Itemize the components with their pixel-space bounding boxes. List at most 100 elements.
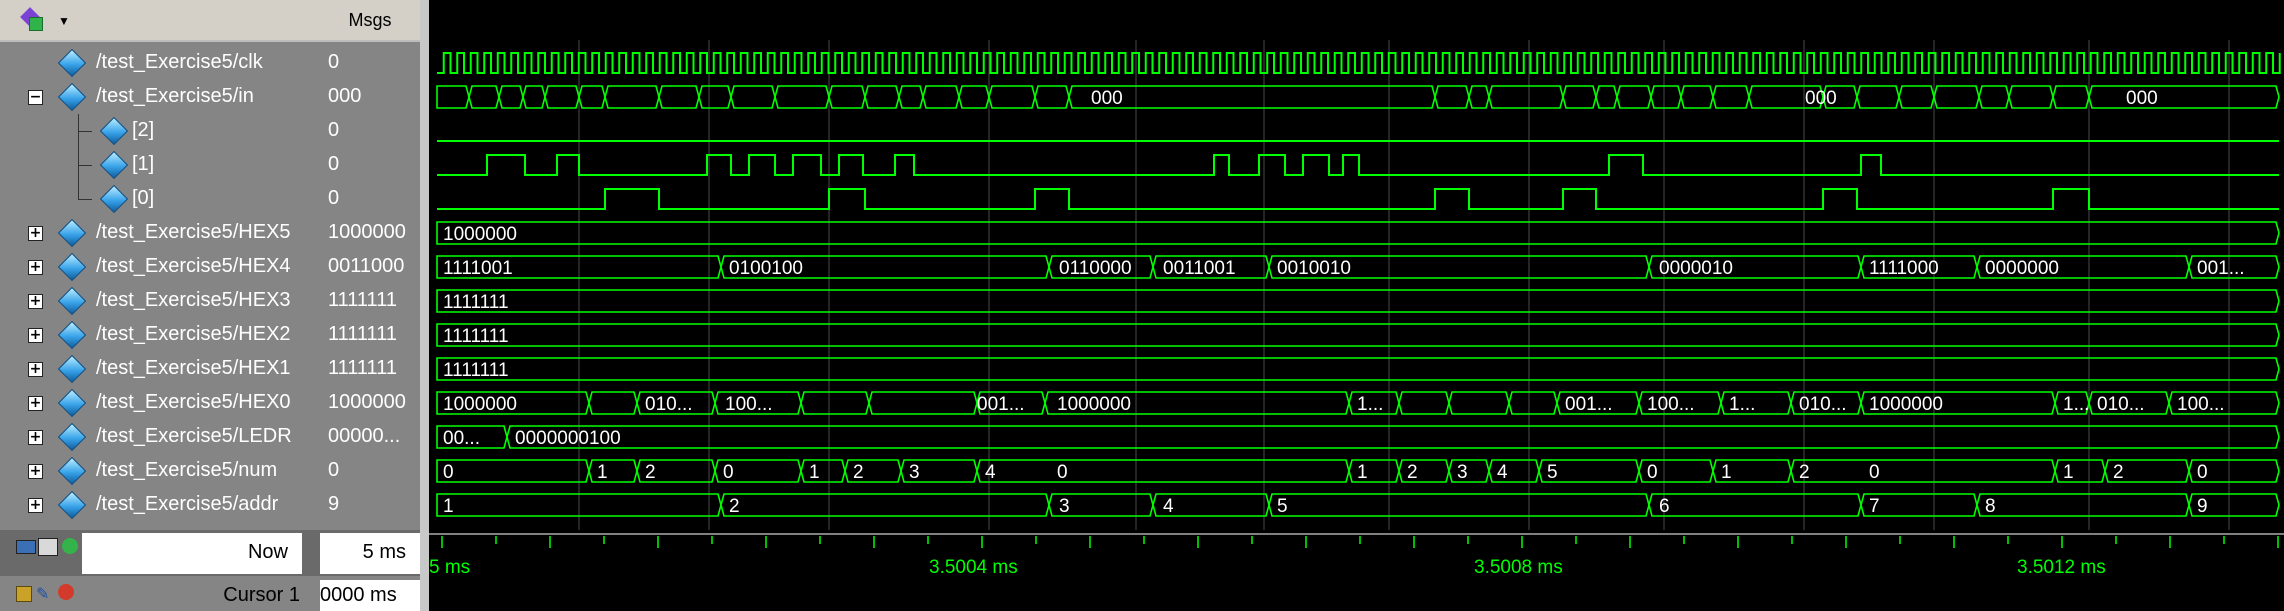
in-bus-segment [864, 85, 900, 109]
expand-icon[interactable]: + [28, 362, 43, 377]
expand-icon[interactable]: + [28, 328, 43, 343]
hex2-bus-segment [436, 323, 2280, 347]
signal-row[interactable]: + /test_Exercise5/HEX4 [0, 250, 320, 284]
signal-row[interactable]: [0] [0, 182, 320, 216]
signal-value-row: 0 [320, 46, 420, 80]
collapse-icon[interactable]: − [28, 90, 43, 105]
waveform-pane[interactable]: 000 000 000 1000000 1111001 0100100 0110000 001… [429, 0, 2284, 611]
in-bus-segment [988, 85, 1036, 109]
addr-bus-label: 3 [1059, 496, 1070, 517]
signal-row[interactable]: + /test_Exercise5/LEDR [0, 420, 320, 454]
signal-value-row: 0 [320, 114, 420, 148]
num-bus-label: 0 [1869, 462, 1880, 483]
signal-row[interactable]: [2] [0, 114, 320, 148]
hex4-bus-label: 0011001 [1163, 258, 1236, 279]
signal-row[interactable]: + /test_Exercise5/HEX0 [0, 386, 320, 420]
signal-values-pane: Msgs 0 000 0 0 0 1000000 0011000 1111111 1111111… [320, 0, 420, 611]
cursor-label: Cursor 1 [223, 584, 300, 606]
zoom-icon[interactable] [16, 540, 36, 554]
signal-diamond-icon [99, 150, 129, 180]
signal-value-row: 1111111 [320, 284, 420, 318]
in-bus-segment [1650, 85, 1682, 109]
signal-name: /test_Exercise5/HEX1 [96, 357, 291, 379]
wrench-icon[interactable]: ✎ [36, 584, 52, 603]
signal-row[interactable]: − /test_Exercise5/in [0, 80, 320, 114]
expand-icon[interactable]: + [28, 430, 43, 445]
now-value-box: 5 ms [320, 533, 420, 574]
signal-row[interactable]: + /test_Exercise5/addr [0, 488, 320, 522]
expand-icon[interactable]: + [28, 226, 43, 241]
in-bus-segment [1034, 85, 1070, 109]
in-bus-segment [544, 85, 580, 109]
wave-splitter[interactable] [420, 0, 429, 611]
time-axis-label: 5 ms [429, 557, 470, 578]
signal-value: 0 [328, 153, 340, 175]
tree-line [78, 165, 92, 166]
hex5-bus-segment [436, 221, 2280, 245]
signal-row[interactable]: + /test_Exercise5/HEX1 [0, 352, 320, 386]
num-bus-segment [1448, 459, 1490, 483]
in-bus-segment [958, 85, 990, 109]
signal-value: 9 [328, 493, 340, 515]
expand-icon[interactable]: + [28, 498, 43, 513]
time-axis-label: 3.5012 ms [2017, 557, 2106, 578]
hex3-bus-segment [436, 289, 2280, 313]
num-bus-label: 4 [1497, 462, 1508, 483]
signal-name: /test_Exercise5/addr [96, 493, 279, 515]
signal-row[interactable]: + /test_Exercise5/num [0, 454, 320, 488]
waveform-canvas[interactable]: 000 000 00010000001111001 0100100 0110000 001… [429, 0, 2284, 611]
in-bus-segment [1856, 85, 1900, 109]
in-bus-segment [1488, 85, 1564, 109]
msgs-header-label: Msgs [348, 10, 392, 30]
num-bus-label: 3 [1457, 462, 1468, 483]
cursor-add-icon[interactable] [38, 538, 58, 556]
time-axis-label: 3.5004 ms [929, 557, 1018, 578]
num-bus-label: 1 [1721, 462, 1732, 483]
delete-cursor-icon[interactable] [58, 584, 74, 600]
num-bus-segment [436, 459, 590, 483]
in-bus-segment [828, 85, 866, 109]
insert-cursor-icon[interactable] [62, 538, 78, 554]
signal-row[interactable]: /test_Exercise5/clk [0, 46, 320, 80]
num-bus-label: 2 [853, 462, 864, 483]
hex4-bus-label: 0100100 [729, 258, 803, 279]
hex4-bus-label: 0110000 [1059, 258, 1132, 279]
signal-row[interactable]: [1] [0, 148, 320, 182]
in-bus-segment [1898, 85, 1935, 109]
expand-icon[interactable]: + [28, 396, 43, 411]
signal-name: /test_Exercise5/HEX4 [96, 255, 291, 277]
num-bus-label: 0 [1057, 462, 1068, 483]
addr-bus-label: 8 [1985, 496, 1996, 517]
signal-value-row: 1000000 [320, 386, 420, 420]
hex4-bus-label: 0000000 [1985, 258, 2059, 279]
signal-value: 0 [328, 119, 340, 141]
hex3-bus-label: 1111111 [443, 292, 509, 313]
signal-row[interactable]: + /test_Exercise5/HEX5 [0, 216, 320, 250]
expand-icon[interactable]: + [28, 260, 43, 275]
hex2-bus-label: 1111111 [443, 326, 509, 347]
signal-name: /test_Exercise5/num [96, 459, 278, 481]
expand-icon[interactable]: + [28, 294, 43, 309]
signal-value: 1000000 [328, 391, 406, 413]
signal-value-row: 0011000 [320, 250, 420, 284]
signal-row[interactable]: + /test_Exercise5/HEX2 [0, 318, 320, 352]
in-bus-segment [522, 85, 546, 109]
addr-bus-segment [1648, 493, 1862, 517]
wave-add-icon[interactable] [20, 7, 44, 32]
hex0-bus-label: 1... [2063, 394, 2089, 415]
signal-diamond-icon [57, 218, 87, 248]
signal-diamond-icon [57, 252, 87, 282]
chevron-down-icon[interactable]: ▼ [58, 14, 70, 28]
cursor-value[interactable]: 0000 ms [320, 580, 420, 611]
addr-bus-segment [1268, 493, 1650, 517]
expand-icon[interactable]: + [28, 464, 43, 479]
signal-name: /test_Exercise5/HEX3 [96, 289, 291, 311]
now-label: Now [247, 541, 288, 563]
num-bus-label: 0 [2197, 462, 2208, 483]
addr-bus-label: 2 [729, 496, 740, 517]
addr-bus-label: 1 [443, 496, 454, 517]
in-bus-segment [1595, 85, 1618, 109]
signal-row[interactable]: + /test_Exercise5/HEX3 [0, 284, 320, 318]
hex0-bus-label: 001... [977, 394, 1025, 415]
lock-icon[interactable] [16, 586, 32, 602]
